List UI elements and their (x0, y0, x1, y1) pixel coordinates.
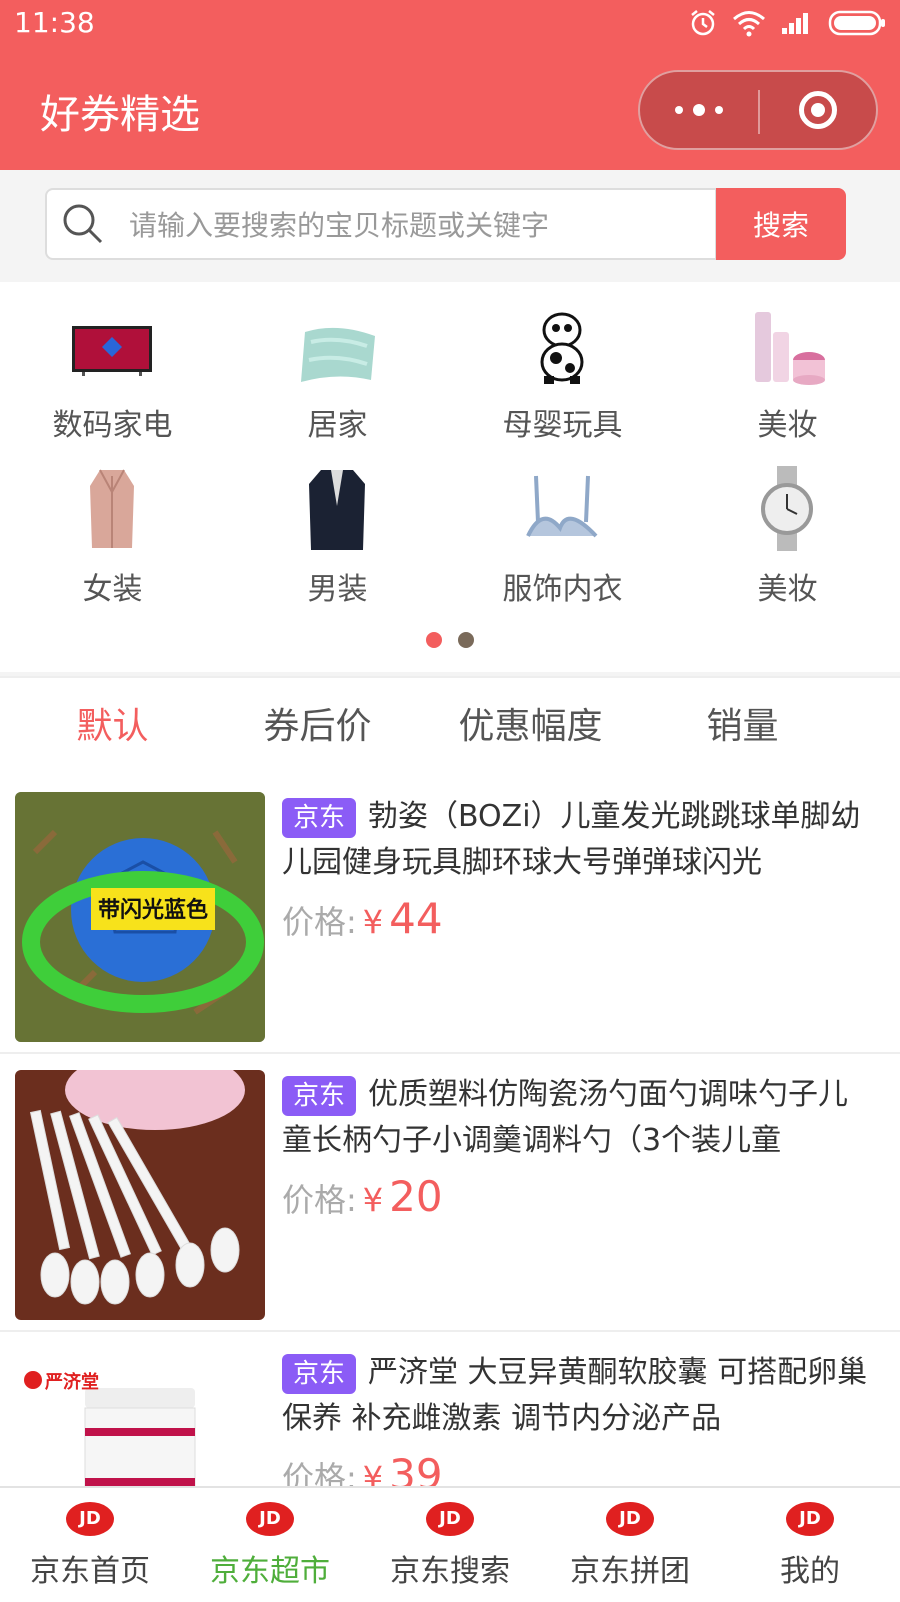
status-time: 11:38 (14, 6, 95, 39)
category-item[interactable]: 数码家电 (0, 282, 225, 443)
category-pager (0, 632, 900, 652)
search-button[interactable]: 搜索 (716, 188, 846, 260)
jd-logo-icon: JD (786, 1502, 834, 1536)
product-image[interactable]: 带闪光蓝色 (15, 792, 265, 1042)
pager-dot-active[interactable] (426, 632, 442, 648)
product-card[interactable]: 严济堂 京东 严济堂 大豆异黄酮软胶囊 可搭配卵巢保养 补充雌激素 调节内分泌产… (0, 1332, 900, 1486)
more-button[interactable] (640, 72, 758, 148)
target-icon (799, 91, 837, 129)
category-item[interactable]: 女装 (0, 446, 225, 607)
sort-sales-tab[interactable]: 销量 (630, 678, 855, 776)
product-card[interactable]: 带闪光蓝色 京东 勃姿（BOZi）儿童发光跳跳球单脚幼儿园健身玩具脚环球大号弹弹… (0, 776, 900, 1054)
product-price: 价格: ¥20 (282, 1172, 443, 1221)
product-card[interactable]: 京东 优质塑料仿陶瓷汤勺面勺调味勺子儿童长柄勺子小调羹调料勺（3个装儿童 价格:… (0, 1054, 900, 1332)
category-grid: 数码家电 居家 母婴玩具 美妆 女装 男装 服饰内衣 美妆 (0, 282, 900, 672)
signal-icon (782, 13, 808, 34)
wifi-icon (733, 11, 765, 37)
search-input[interactable] (127, 190, 711, 260)
category-item[interactable]: 男装 (225, 446, 450, 607)
sort-discount-tab[interactable]: 优惠幅度 (418, 678, 643, 776)
category-item[interactable]: 母婴玩具 (450, 282, 675, 443)
search-icon (63, 204, 103, 244)
jd-logo-icon: JD (426, 1502, 474, 1536)
tab-jd-supermarket[interactable]: JD 京东超市 (180, 1488, 360, 1602)
tab-jd-home[interactable]: JD 京东首页 (0, 1488, 180, 1602)
cosmetics-icon (755, 312, 825, 385)
category-item[interactable]: 居家 (225, 282, 450, 443)
product-price: 价格: ¥44 (282, 894, 443, 943)
jd-logo-icon: JD (246, 1502, 294, 1536)
product-title[interactable]: 严济堂 大豆异黄酮软胶囊 可搭配卵巢保养 补充雌激素 调节内分泌产品 (282, 1350, 872, 1442)
tab-jd-group-buy[interactable]: JD 京东拼团 (540, 1488, 720, 1602)
sort-bar: 默认 券后价 优惠幅度 销量 (0, 676, 900, 778)
alarm-icon (691, 10, 715, 36)
towel-icon (301, 327, 375, 382)
watch-icon (761, 466, 813, 551)
coat-icon (90, 469, 134, 548)
top-header: 11:38 好券精选 (0, 0, 900, 170)
bra-icon (526, 475, 598, 538)
tv-icon (72, 326, 152, 376)
jd-logo-icon: JD (66, 1502, 114, 1536)
battery-icon (828, 10, 885, 36)
suit-icon (309, 470, 365, 550)
tab-mine[interactable]: JD 我的 (720, 1488, 900, 1602)
status-icons (688, 8, 886, 38)
miniapp-capsule (638, 70, 878, 150)
product-image[interactable]: 严济堂 (15, 1348, 265, 1486)
tab-jd-search[interactable]: JD 京东搜索 (360, 1488, 540, 1602)
pager-dot[interactable] (458, 632, 474, 648)
sort-default-tab[interactable]: 默认 (0, 678, 225, 776)
sort-coupon-price-tab[interactable]: 券后价 (205, 678, 430, 776)
jd-logo-icon: JD (606, 1502, 654, 1536)
product-title[interactable]: 勃姿（BOZi）儿童发光跳跳球单脚幼儿园健身玩具脚环球大号弹弹球闪光 (282, 794, 872, 886)
category-item[interactable]: 美妆 (675, 282, 900, 443)
category-item[interactable]: 美妆 (675, 446, 900, 607)
category-item[interactable]: 服饰内衣 (450, 446, 675, 607)
product-title[interactable]: 优质塑料仿陶瓷汤勺面勺调味勺子儿童长柄勺子小调羹调料勺（3个装儿童 (282, 1072, 872, 1164)
product-price: 价格: ¥39 (282, 1450, 443, 1486)
product-list: 带闪光蓝色 京东 勃姿（BOZi）儿童发光跳跳球单脚幼儿园健身玩具脚环球大号弹弹… (0, 776, 900, 1486)
bottom-tab-bar: JD 京东首页 JD 京东超市 JD 京东搜索 JD 京东拼团 JD 我的 (0, 1486, 900, 1602)
page-title: 好券精选 (40, 92, 200, 138)
image-caption: 带闪光蓝色 (97, 898, 208, 923)
product-image[interactable] (15, 1070, 265, 1320)
search-box (45, 188, 717, 260)
brand-logo-text: 严济堂 (45, 1372, 99, 1393)
toy-cow-icon (540, 312, 584, 384)
close-miniapp-button[interactable] (760, 72, 876, 148)
